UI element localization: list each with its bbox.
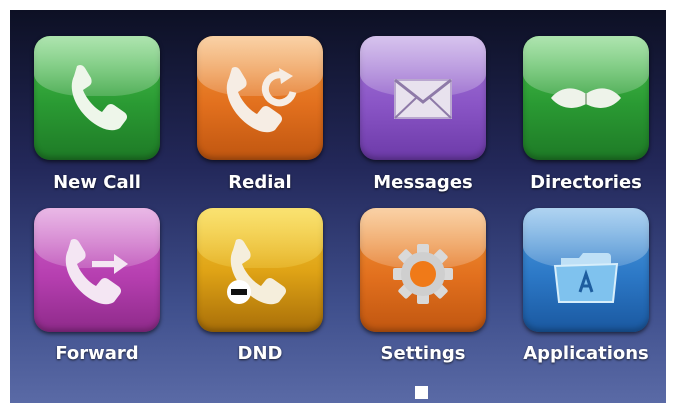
applications-label: Applications <box>523 343 649 364</box>
folder-icon <box>553 253 619 303</box>
redial-icon <box>226 66 297 133</box>
home-screen: New Call Redial Messages Directories For… <box>10 10 666 403</box>
page-indicator-dot[interactable] <box>415 386 428 399</box>
settings-label: Settings <box>380 343 466 364</box>
messages-tile[interactable] <box>360 36 486 160</box>
directories-label: Directories <box>530 172 642 193</box>
redial-tile[interactable] <box>197 36 323 160</box>
directories-tile[interactable] <box>523 36 649 160</box>
dnd-label: DND <box>237 343 283 364</box>
envelope-icon <box>394 78 452 119</box>
gear-icon <box>393 244 453 304</box>
dnd-icon <box>227 238 287 305</box>
forward-icon <box>65 238 128 305</box>
applications-tile[interactable] <box>523 208 649 332</box>
book-icon <box>551 88 621 108</box>
messages-label: Messages <box>373 172 473 193</box>
phone-icon <box>71 64 128 131</box>
settings-tile[interactable] <box>360 208 486 332</box>
forward-label: Forward <box>55 343 139 364</box>
redial-label: Redial <box>228 172 292 193</box>
dnd-tile[interactable] <box>197 208 323 332</box>
new-call-tile[interactable] <box>34 36 160 160</box>
forward-tile[interactable] <box>34 208 160 332</box>
new-call-label: New Call <box>53 172 141 193</box>
